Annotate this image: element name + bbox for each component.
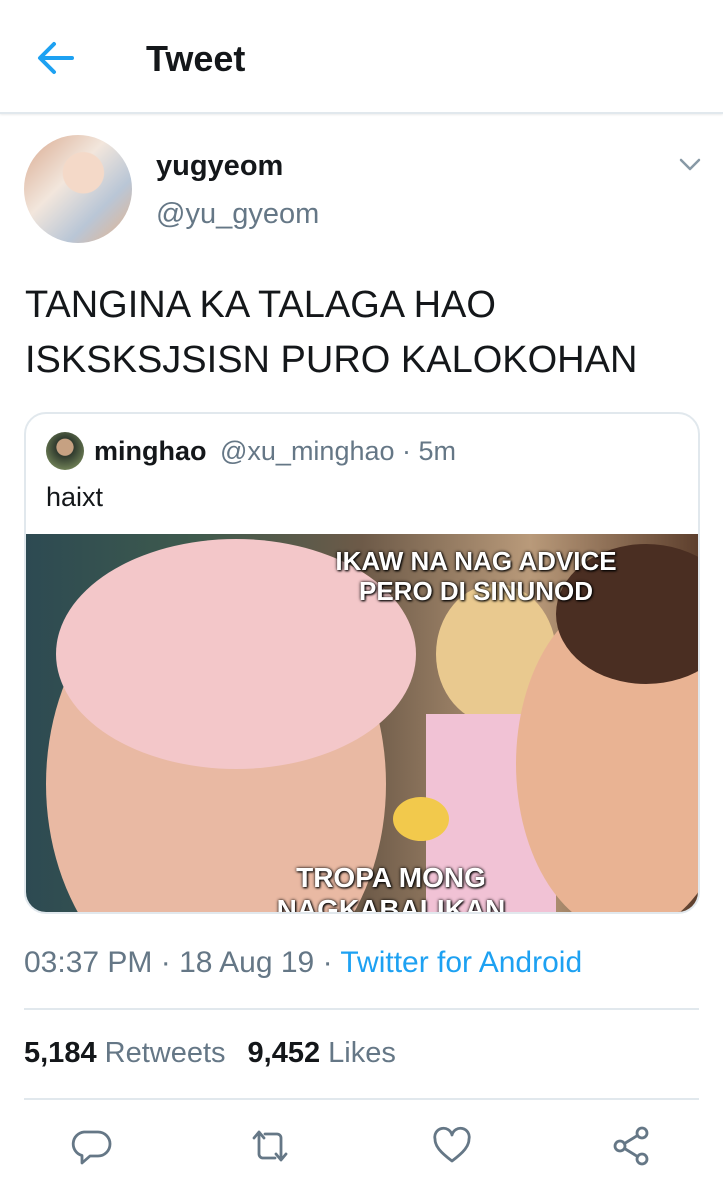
heart-icon: [433, 1126, 471, 1163]
likes-count: 9,452: [247, 1037, 321, 1069]
author-display-name[interactable]: yugyeom: [156, 150, 283, 183]
avatar[interactable]: [24, 135, 132, 243]
reply-icon: [71, 1130, 112, 1165]
retweets-label: Retweets: [104, 1037, 226, 1069]
tweet-time: 03:37 PM: [24, 946, 153, 979]
arrow-left-icon: [38, 42, 74, 74]
back-button[interactable]: [32, 36, 80, 80]
page-title: Tweet: [146, 38, 246, 79]
retweet-icon: [252, 1130, 288, 1162]
tweet-date: 18 Aug 19: [179, 946, 315, 979]
likes-label: Likes: [328, 1037, 396, 1069]
quoted-avatar: [46, 432, 84, 470]
share-icon: [613, 1126, 649, 1166]
meme-caption-bottom: TROPA MONG NAGKABALIKAN: [276, 862, 506, 912]
retweets-stat[interactable]: 5,184 Retweets: [24, 1037, 226, 1069]
likes-stat[interactable]: 9,452 Likes: [248, 1037, 396, 1069]
like-button[interactable]: [430, 1124, 474, 1168]
tweet-options-button[interactable]: [676, 152, 704, 176]
meta-separator: ·: [152, 946, 180, 979]
divider: [24, 1008, 699, 1010]
share-button[interactable]: [610, 1124, 654, 1168]
quoted-media-image[interactable]: IKAW NA NAG ADVICE PERO DI SINUNOD TROPA…: [26, 534, 698, 912]
retweets-count: 5,184: [24, 1037, 97, 1069]
quoted-tweet[interactable]: minghao @xu_minghao · 5m haixt IKAW NA N…: [24, 412, 700, 914]
engagement-stats: 5,184 Retweets 9,452 Likes: [24, 1037, 396, 1070]
meta-separator: ·: [314, 946, 341, 979]
top-bar: Tweet: [0, 0, 723, 114]
tweet-text: TANGINA KA TALAGA HAO ISKSKSJSISN PURO K…: [25, 284, 638, 381]
tweet-source-link[interactable]: Twitter for Android: [340, 946, 582, 979]
author-handle[interactable]: @yu_gyeom: [156, 198, 319, 231]
quoted-display-name: minghao: [94, 436, 207, 466]
quoted-handle-time: @xu_minghao · 5m: [220, 436, 457, 466]
retweet-button[interactable]: [248, 1124, 292, 1168]
chevron-down-icon: [679, 158, 701, 171]
meme-caption-top: IKAW NA NAG ADVICE PERO DI SINUNOD: [335, 546, 617, 606]
reply-button[interactable]: [70, 1124, 114, 1168]
quoted-text: haixt: [46, 482, 104, 512]
tweet-timestamp-line: 03:37 PM · 18 Aug 19 · Twitter for Andro…: [24, 946, 582, 980]
divider: [24, 1098, 699, 1100]
